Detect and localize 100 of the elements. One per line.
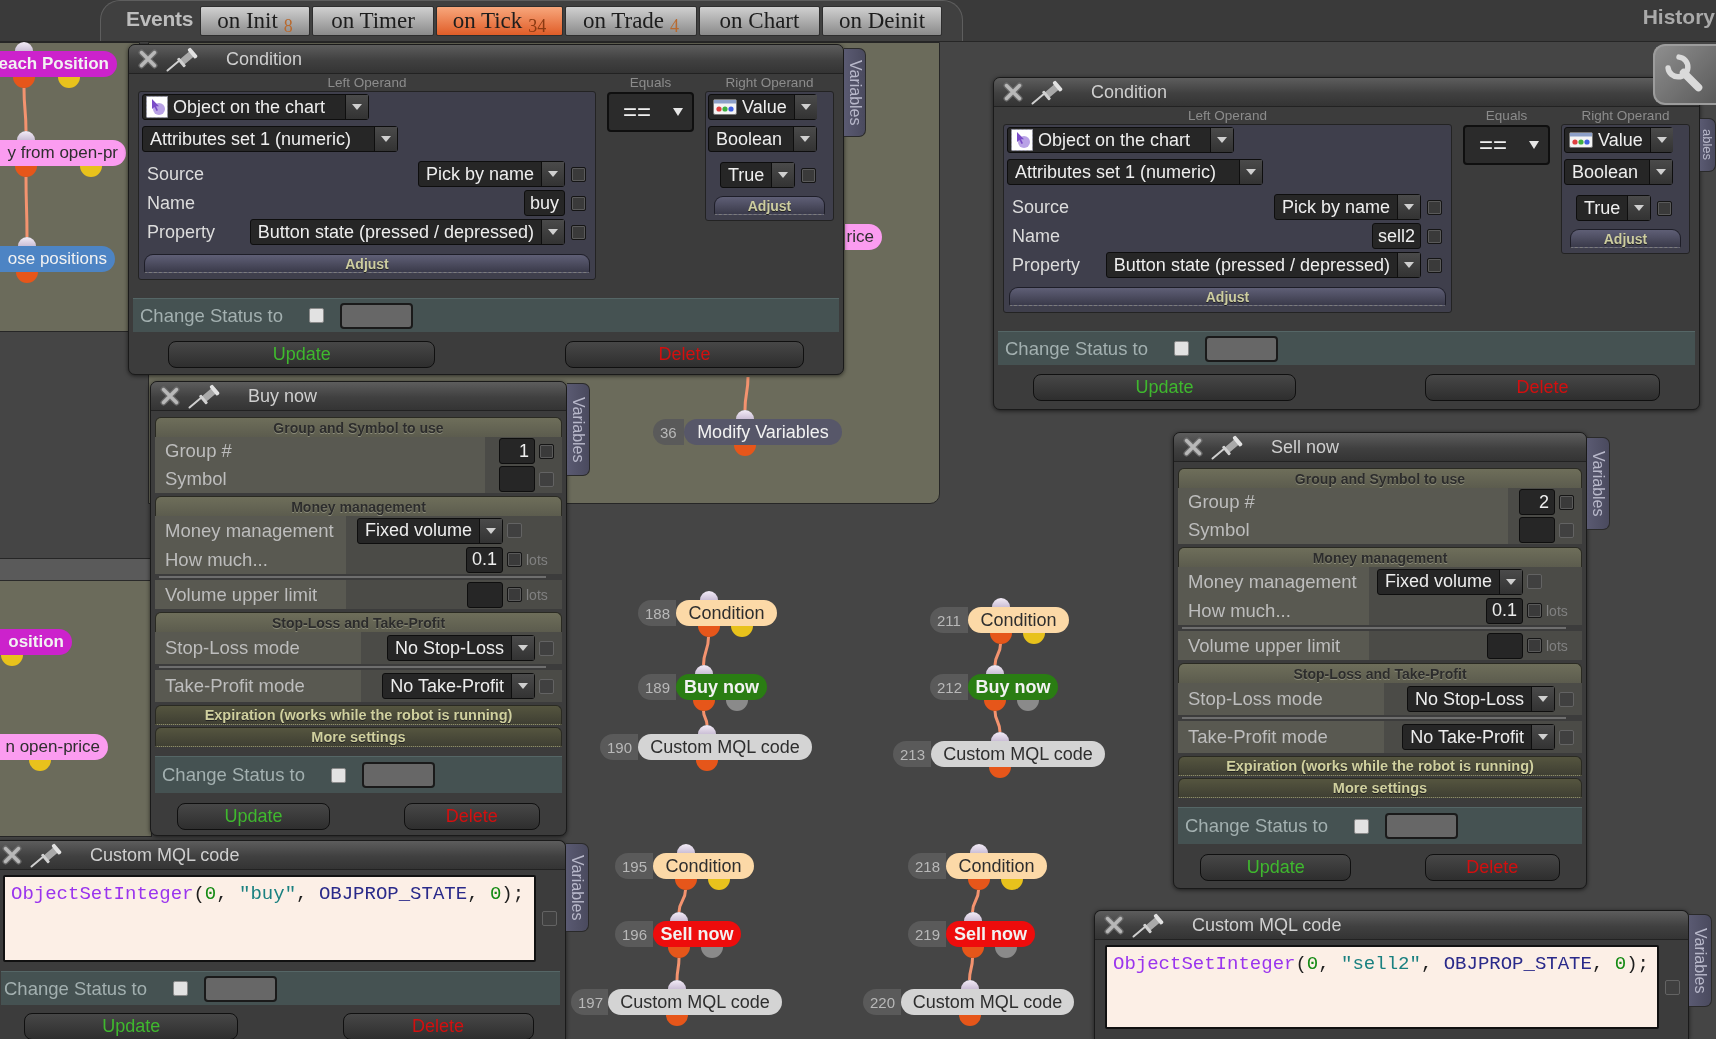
in-port-icon[interactable] <box>991 598 1010 607</box>
flow-node[interactable]: each Position <box>0 51 117 77</box>
out-port-icon[interactable] <box>984 700 1006 711</box>
checkbox[interactable] <box>507 552 522 567</box>
flow-node[interactable]: Sell now <box>946 921 1035 947</box>
out-port-icon[interactable] <box>1000 879 1023 890</box>
adjust-button[interactable]: Adjust <box>714 196 825 215</box>
in-port-icon[interactable] <box>986 665 1004 674</box>
event-tab[interactable]: on Tick 34 <box>436 6 563 36</box>
close-icon[interactable] <box>160 386 180 406</box>
flow-node[interactable]: Buy now <box>968 674 1058 700</box>
update-button[interactable]: Update <box>177 803 330 830</box>
dropdown[interactable]: Button state (pressed / depressed) <box>1105 252 1421 278</box>
out-port-icon[interactable] <box>668 947 690 958</box>
checkbox[interactable] <box>801 167 817 183</box>
section-header[interactable]: Expiration (works while the robot is running) <box>1178 756 1582 776</box>
dropdown[interactable]: Pick by name <box>1273 194 1421 220</box>
input-field[interactable] <box>499 466 535 492</box>
flow-node[interactable]: Custom MQL code <box>608 989 782 1015</box>
out-port-icon[interactable] <box>1017 700 1039 711</box>
event-tab[interactable]: on Chart <box>699 6 820 36</box>
variables-tab[interactable]: ables <box>1700 118 1716 172</box>
dropdown[interactable]: True <box>1576 195 1652 221</box>
flow-node[interactable]: Custom MQL code <box>638 734 812 760</box>
in-port-icon[interactable] <box>698 725 716 734</box>
status-field[interactable] <box>203 975 277 1002</box>
event-tab[interactable]: on Trade 4 <box>565 6 697 36</box>
out-port-icon[interactable] <box>725 700 748 711</box>
dropdown[interactable]: Boolean <box>1564 159 1673 185</box>
variables-tab[interactable]: Variables <box>844 48 866 137</box>
operator-dropdown[interactable]: == <box>1463 125 1550 165</box>
update-button[interactable]: Update <box>168 341 436 368</box>
flow-node[interactable]: Condition <box>653 853 754 879</box>
out-port-icon[interactable] <box>674 879 697 890</box>
in-port-icon[interactable] <box>15 42 33 51</box>
status-field[interactable] <box>361 762 435 788</box>
checkbox[interactable] <box>1657 200 1673 216</box>
dropdown[interactable]: True <box>720 162 796 188</box>
out-port-icon[interactable] <box>696 760 718 771</box>
checkbox[interactable] <box>1427 199 1442 215</box>
input-field[interactable]: 1 <box>499 438 535 464</box>
input-field[interactable]: 0.1 <box>1485 597 1523 624</box>
flow-node[interactable]: rice <box>845 224 882 250</box>
flow-node[interactable]: y from open-pr <box>0 140 126 166</box>
checkbox[interactable] <box>1427 257 1442 273</box>
update-button[interactable]: Update <box>1200 854 1352 881</box>
checkbox[interactable] <box>1173 341 1189 356</box>
section-header[interactable]: Expiration (works while the robot is running) <box>155 705 562 725</box>
flow-node[interactable]: Buy now <box>676 674 767 700</box>
close-icon[interactable] <box>1104 915 1124 935</box>
status-field[interactable] <box>339 302 413 329</box>
checkbox[interactable] <box>330 767 346 783</box>
dropdown[interactable]: Value <box>708 94 817 120</box>
input-field[interactable] <box>1519 517 1555 543</box>
out-port-icon[interactable] <box>701 947 723 958</box>
checkbox[interactable] <box>571 195 586 211</box>
flow-node[interactable]: osition <box>0 629 72 655</box>
event-tab[interactable]: on Init 8 <box>200 6 310 36</box>
in-port-icon[interactable] <box>699 591 718 600</box>
out-port-icon[interactable] <box>989 767 1011 778</box>
event-tab[interactable]: on Timer <box>312 6 434 36</box>
out-port-icon[interactable] <box>989 633 1012 644</box>
adjust-button[interactable]: Adjust <box>144 254 590 273</box>
in-port-icon[interactable] <box>668 980 686 989</box>
section-header[interactable]: More settings <box>1178 778 1582 798</box>
out-port-icon[interactable] <box>692 700 715 711</box>
out-port-icon[interactable] <box>1022 633 1045 644</box>
out-port-icon[interactable] <box>958 1015 981 1026</box>
out-port-icon[interactable] <box>58 77 80 88</box>
out-port-icon[interactable] <box>707 879 730 890</box>
checkbox[interactable] <box>1559 494 1574 510</box>
pin-icon[interactable] <box>30 842 64 868</box>
out-port-icon[interactable] <box>666 1015 688 1026</box>
dropdown[interactable]: Button state (pressed / depressed) <box>249 219 565 245</box>
checkbox[interactable] <box>571 166 586 182</box>
pin-icon[interactable] <box>1132 912 1166 938</box>
adjust-button[interactable]: Adjust <box>1009 287 1446 306</box>
input-field[interactable]: 0.1 <box>465 546 503 573</box>
close-icon[interactable] <box>1183 437 1203 457</box>
checkbox[interactable] <box>507 587 522 602</box>
dropdown[interactable]: Value <box>1564 127 1673 153</box>
status-field[interactable] <box>1384 813 1458 839</box>
input-field[interactable]: 2 <box>1519 489 1555 515</box>
flow-node[interactable]: ose positions <box>0 246 115 272</box>
flow-node[interactable]: Condition <box>676 600 777 626</box>
dropdown[interactable]: Boolean <box>708 126 817 152</box>
dropdown[interactable]: Object on the chart <box>142 94 369 120</box>
pin-icon[interactable] <box>188 383 222 409</box>
checkbox[interactable] <box>1527 603 1542 618</box>
input-field[interactable] <box>1487 632 1523 659</box>
in-port-icon[interactable] <box>969 844 988 853</box>
out-port-icon[interactable] <box>697 626 720 637</box>
in-port-icon[interactable] <box>670 912 688 921</box>
status-field[interactable] <box>1204 335 1278 362</box>
flow-node[interactable]: Sell now <box>653 921 741 947</box>
section-header[interactable]: More settings <box>155 727 562 747</box>
out-port-icon[interactable] <box>961 947 984 958</box>
out-port-icon[interactable] <box>730 626 753 637</box>
flow-node[interactable]: Modify Variables <box>684 419 842 445</box>
checkbox[interactable] <box>1527 638 1542 653</box>
